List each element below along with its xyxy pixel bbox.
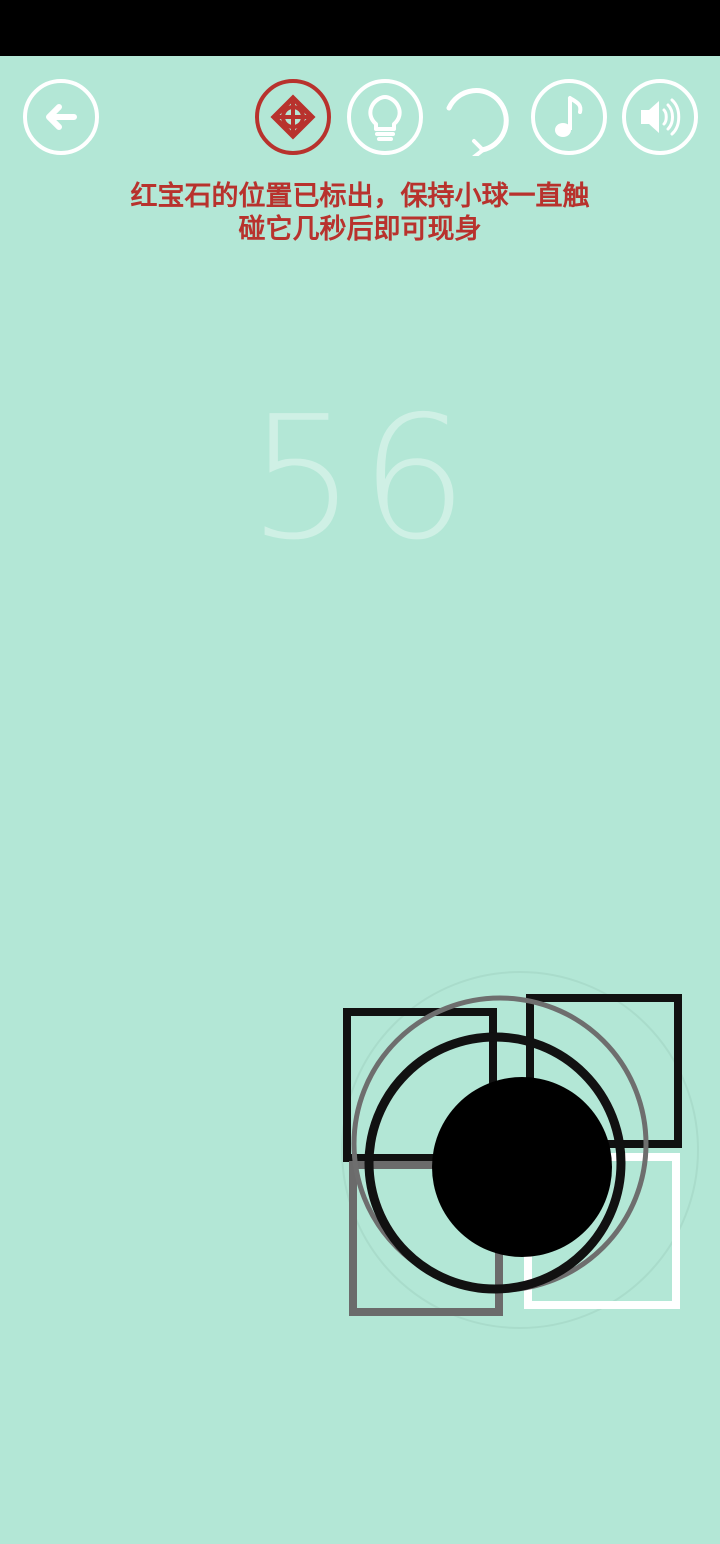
gem-locator-button[interactable] xyxy=(254,78,332,156)
arrow-left-icon xyxy=(23,79,99,155)
speaker-icon xyxy=(622,79,698,155)
guide-circle xyxy=(341,971,699,1329)
hint-button[interactable] xyxy=(346,78,424,156)
square-grey xyxy=(349,1161,503,1316)
score-display: 56 xyxy=(247,380,473,578)
grey-ring xyxy=(351,995,649,1293)
square-black-left xyxy=(343,1008,497,1162)
ball[interactable] xyxy=(432,1077,612,1257)
music-button[interactable] xyxy=(530,78,608,156)
back-button[interactable] xyxy=(22,78,100,156)
restart-icon xyxy=(446,88,509,156)
square-white xyxy=(524,1153,680,1309)
gem-target-icon xyxy=(255,79,331,155)
lightbulb-icon xyxy=(347,79,423,155)
hint-text: 红宝石的位置已标出，保持小球一直触 碰它几秒后即可现身 xyxy=(60,180,660,246)
hint-line-2: 碰它几秒后即可现身 xyxy=(238,214,482,245)
black-ring xyxy=(364,1032,626,1294)
hint-line-1: 红宝石的位置已标出，保持小球一直触 xyxy=(130,181,590,212)
music-note-icon xyxy=(531,79,607,155)
restart-button[interactable] xyxy=(438,78,516,156)
square-black-right xyxy=(526,994,682,1148)
status-bar xyxy=(0,0,720,56)
sound-button[interactable] xyxy=(621,78,699,156)
